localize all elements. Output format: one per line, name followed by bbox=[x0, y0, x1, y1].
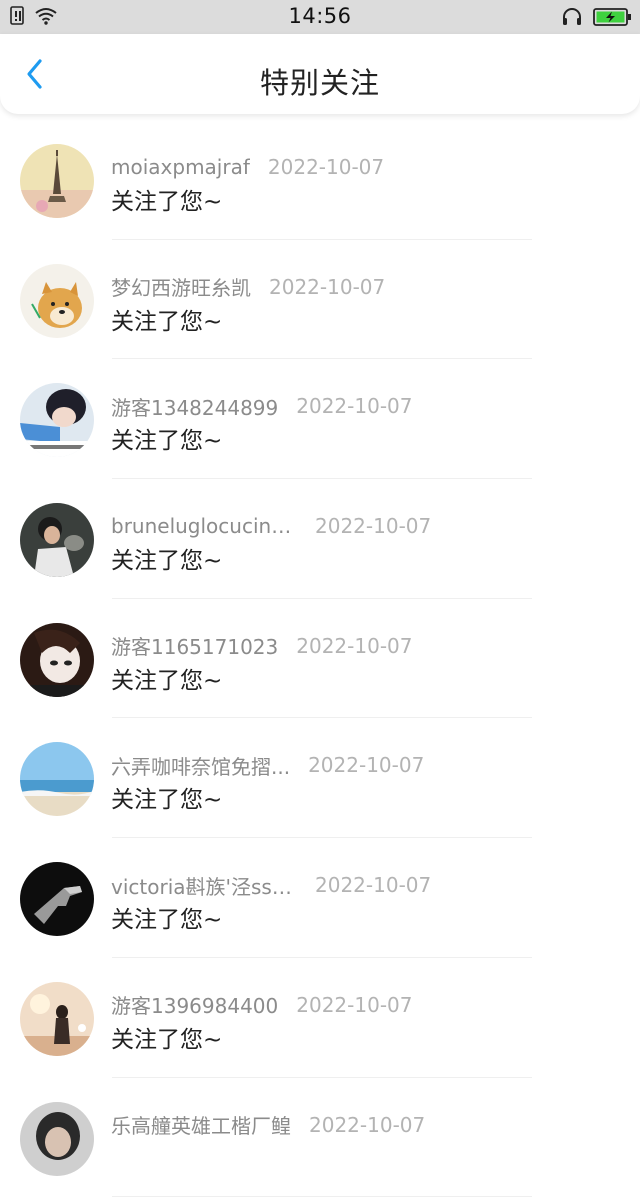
list-item[interactable]: 乐高艟英雄工楷厂鳇 2022-10-07 bbox=[0, 1078, 640, 1197]
date-label: 2022-10-07 bbox=[296, 394, 412, 418]
user-name: bruneluglocucinelrli bbox=[111, 514, 297, 538]
avatar[interactable] bbox=[20, 383, 94, 457]
list-item[interactable]: moiaxpmajraf 2022-10-07 关注了您~ bbox=[0, 120, 640, 240]
list-item[interactable]: 游客1165171023 2022-10-07 关注了您~ bbox=[0, 599, 640, 719]
avatar[interactable] bbox=[20, 1102, 94, 1176]
list-item[interactable]: 游客1348244899 2022-10-07 关注了您~ bbox=[0, 359, 640, 479]
list-item[interactable]: bruneluglocucinelrli 2022-10-07 关注了您~ bbox=[0, 479, 640, 599]
avatar[interactable] bbox=[20, 982, 94, 1056]
date-label: 2022-10-07 bbox=[315, 873, 431, 897]
list-item[interactable]: 游客1396984400 2022-10-07 关注了您~ bbox=[0, 958, 640, 1078]
status-bar: 14:56 bbox=[0, 0, 640, 34]
user-name: 乐高艟英雄工楷厂鳇 bbox=[111, 1110, 291, 1139]
avatar[interactable] bbox=[20, 862, 94, 936]
avatar[interactable] bbox=[20, 503, 94, 577]
status-time: 14:56 bbox=[0, 4, 640, 28]
date-label: 2022-10-07 bbox=[296, 993, 412, 1017]
message-text: 关注了您~ bbox=[111, 780, 222, 814]
notification-list: moiaxpmajraf 2022-10-07 关注了您~ 梦幻西游旺糸凯 20… bbox=[0, 120, 640, 1197]
user-name: 六弄咖啡奈馆免摺... bbox=[111, 751, 290, 780]
date-label: 2022-10-07 bbox=[268, 155, 384, 179]
user-name: victoria斟族'泾sse... bbox=[111, 871, 297, 900]
message-text: 关注了您~ bbox=[111, 541, 222, 575]
list-item[interactable]: 梦幻西游旺糸凯 2022-10-07 关注了您~ bbox=[0, 240, 640, 360]
list-item[interactable]: victoria斟族'泾sse... 2022-10-07 关注了您~ bbox=[0, 838, 640, 958]
list-item[interactable]: 六弄咖啡奈馆免摺... 2022-10-07 关注了您~ bbox=[0, 718, 640, 838]
message-text: 关注了您~ bbox=[111, 421, 222, 455]
date-label: 2022-10-07 bbox=[269, 275, 385, 299]
nav-bar: 特别关注 bbox=[0, 34, 640, 114]
message-text: 关注了您~ bbox=[111, 1020, 222, 1054]
page-title: 特别关注 bbox=[0, 60, 640, 102]
user-name: 游客1396984400 bbox=[111, 990, 278, 1019]
message-text: 关注了您~ bbox=[111, 182, 222, 216]
headset-icon bbox=[561, 7, 583, 31]
message-text: 关注了您~ bbox=[111, 661, 222, 695]
date-label: 2022-10-07 bbox=[309, 1113, 425, 1137]
avatar[interactable] bbox=[20, 742, 94, 816]
user-name: 梦幻西游旺糸凯 bbox=[111, 272, 251, 301]
avatar[interactable] bbox=[20, 623, 94, 697]
user-name: 游客1165171023 bbox=[111, 631, 278, 660]
date-label: 2022-10-07 bbox=[315, 514, 431, 538]
date-label: 2022-10-07 bbox=[296, 634, 412, 658]
message-text: 关注了您~ bbox=[111, 302, 222, 336]
battery-charging-icon bbox=[593, 7, 633, 31]
user-name: 游客1348244899 bbox=[111, 392, 278, 421]
avatar[interactable] bbox=[20, 264, 94, 338]
message-text: 关注了您~ bbox=[111, 900, 222, 934]
user-name: moiaxpmajraf bbox=[111, 155, 250, 179]
date-label: 2022-10-07 bbox=[308, 753, 424, 777]
avatar[interactable] bbox=[20, 144, 94, 218]
